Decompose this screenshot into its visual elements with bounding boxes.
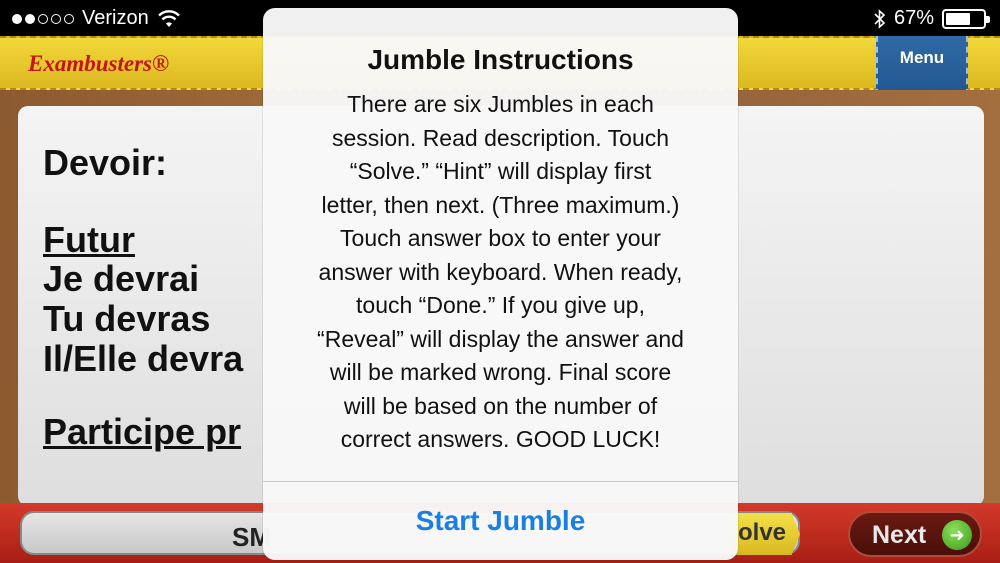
- dialog-line: “Reveal” will display the answer and: [317, 325, 684, 352]
- dialog-line: Touch answer box to enter your: [340, 225, 661, 251]
- instructions-dialog: Jumble Instructions There are six Jumble…: [263, 8, 738, 560]
- conjugation-line: Tu devras: [43, 298, 211, 339]
- conjugation-line: Il/Elle devra: [43, 338, 244, 379]
- card-heading: Devoir:: [43, 142, 168, 183]
- dialog-line: will be marked wrong. Final score: [329, 359, 672, 385]
- dialog-line: correct answers. GOOD LUCK!: [340, 426, 661, 452]
- brand-logo: Exambusters®: [28, 51, 170, 76]
- battery-icon: [942, 8, 990, 29]
- signal-dot: [25, 13, 35, 24]
- participle-label: Participe pr: [43, 411, 242, 452]
- dialog-line: “Solve.” “Hint” will display first: [349, 158, 652, 184]
- battery-percent: 67%: [893, 7, 934, 29]
- signal-dot: [64, 13, 74, 24]
- dialog-title: Jumble Instructions: [367, 44, 634, 75]
- dialog-line: There are six Jumbles in each: [347, 91, 654, 117]
- dialog-line: will be based on the number of: [343, 392, 658, 419]
- dialog-line: session. Read description. Touch: [331, 124, 670, 151]
- dialog-line: letter, then next. (Three maximum.): [321, 191, 680, 218]
- next-label: Next: [872, 521, 927, 549]
- start-jumble-button[interactable]: Start Jumble: [263, 482, 738, 560]
- bluetooth-icon: [874, 8, 886, 29]
- dialog-line: answer with keyboard. When ready,: [318, 258, 683, 285]
- status-right: 67%: [874, 7, 990, 30]
- tense-label: Futur: [43, 219, 135, 260]
- signal-strength-icon: [12, 13, 74, 24]
- next-button[interactable]: Next ➜: [848, 511, 982, 557]
- status-left: Verizon: [12, 7, 181, 30]
- signal-dot: [38, 13, 48, 24]
- signal-dot: [51, 13, 61, 24]
- wifi-icon: [157, 9, 180, 27]
- conjugation-line: Je devrai: [43, 258, 200, 299]
- dialog-message: There are six Jumbles in each session. R…: [285, 88, 716, 457]
- dialog-line: touch “Done.” If you give up,: [356, 292, 645, 318]
- battery-level: [946, 12, 971, 25]
- signal-dot: [12, 13, 22, 24]
- carrier-name: Verizon: [82, 7, 149, 29]
- arrow-right-icon: ➜: [942, 520, 972, 550]
- solve-button[interactable]: olve: [730, 513, 800, 555]
